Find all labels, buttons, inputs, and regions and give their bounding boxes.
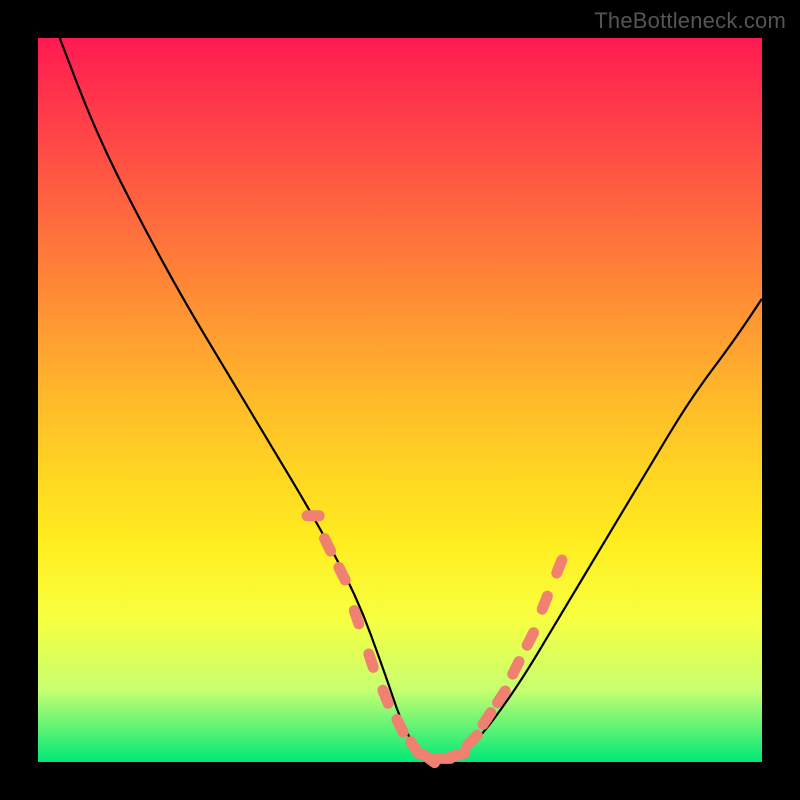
highlight-dot — [527, 633, 533, 646]
highlight-dot — [383, 690, 388, 703]
highlight-dot — [542, 596, 547, 609]
highlighted-dots-group — [307, 516, 562, 763]
bottleneck-curve — [60, 38, 762, 762]
highlight-dot — [557, 560, 562, 573]
highlight-dot — [498, 691, 506, 703]
highlight-dot — [369, 654, 374, 667]
highlight-dot — [325, 539, 331, 552]
highlight-dot — [451, 753, 465, 756]
highlight-dot — [483, 713, 491, 725]
watermark-text: TheBottleneck.com — [594, 8, 786, 34]
chart-frame: TheBottleneck.com — [0, 0, 800, 800]
highlight-dot — [397, 720, 403, 733]
highlight-dot — [513, 662, 519, 675]
highlight-dot — [339, 568, 345, 581]
curve-svg — [38, 38, 762, 762]
plot-area — [38, 38, 762, 762]
highlight-dot — [411, 742, 419, 754]
highlight-dot — [354, 611, 359, 624]
highlight-dot — [468, 735, 478, 745]
